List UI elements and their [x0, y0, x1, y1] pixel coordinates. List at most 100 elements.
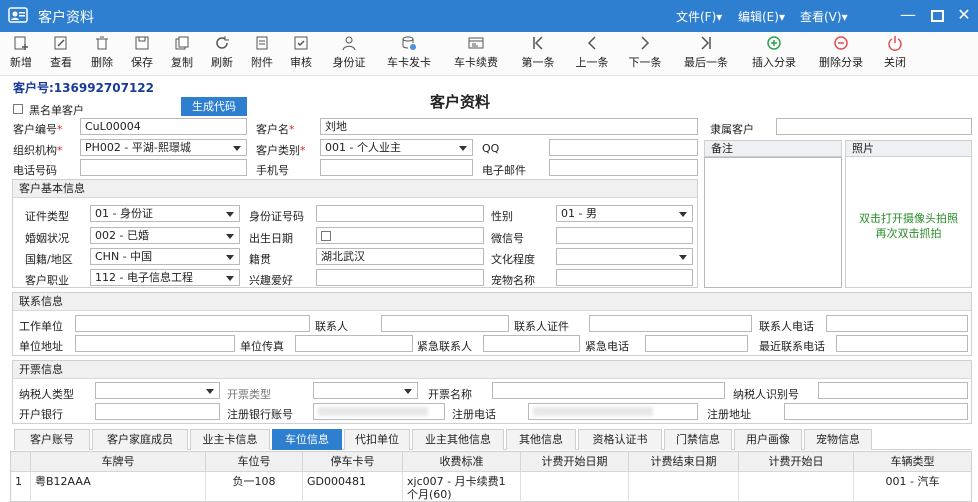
menu-view[interactable]: 查看(V)▾ [800, 8, 848, 25]
reg-addr-input[interactable] [784, 403, 968, 420]
delete-button[interactable]: 删除 [87, 35, 117, 75]
renew-card-button[interactable]: 车卡续费 [449, 35, 503, 75]
plate-cell[interactable]: 粤B12AAA [31, 472, 206, 502]
tab-family[interactable]: 客户家庭成员 [92, 429, 188, 450]
refresh-button[interactable]: 刷新 [207, 35, 237, 75]
vehicle-type-cell[interactable]: 001 - 汽车 [854, 472, 971, 502]
close-window-button[interactable]: ✕ [953, 5, 975, 27]
tab-owner-card[interactable]: 业主卡信息 [190, 429, 270, 450]
menu-edit[interactable]: 编辑(E)▾ [738, 8, 785, 25]
end-date-cell[interactable] [629, 472, 739, 502]
view-button[interactable]: 查看 [46, 35, 76, 75]
photo-tip: 双击打开摄像头拍照 再次双击抓拍 [859, 212, 958, 240]
person-phone-label: 联系人电话 [759, 320, 814, 333]
job-select[interactable]: 112 - 电子信息工程 [90, 269, 240, 286]
column-header[interactable]: 停车卡号 [303, 452, 403, 472]
audit-button[interactable]: 审核 [286, 35, 316, 75]
tab-access[interactable]: 门禁信息 [664, 429, 732, 450]
id-type-select[interactable]: 01 - 身份证 [90, 205, 240, 222]
pet-input[interactable] [556, 269, 693, 286]
menu-file[interactable]: 文件(F)▾ [676, 8, 722, 25]
next-record-button[interactable]: 下一条 [623, 35, 667, 75]
nation-select[interactable]: CHN - 中国 [90, 248, 240, 265]
phone-input[interactable] [80, 159, 247, 176]
start-day-cell[interactable] [739, 472, 854, 502]
new-button[interactable]: 新增 [6, 35, 36, 75]
tab-certificate[interactable]: 资格认证书 [578, 429, 662, 450]
previous-record-icon [587, 36, 596, 50]
remark-textarea[interactable] [704, 157, 842, 288]
column-header[interactable]: 收费标准 [403, 452, 521, 472]
attachment-button[interactable]: 附件 [247, 35, 277, 75]
column-header[interactable]: 计费开始日期 [521, 452, 629, 472]
emer-phone-label: 紧急电话 [585, 340, 629, 353]
hobby-input[interactable] [316, 269, 484, 286]
addr-input[interactable] [75, 335, 235, 352]
save-button[interactable]: 保存 [127, 35, 157, 75]
maximize-button[interactable] [926, 5, 948, 27]
gender-select[interactable]: 01 - 男 [556, 205, 693, 222]
copy-button[interactable]: 复制 [167, 35, 197, 75]
reg-phone-input[interactable] [528, 403, 698, 420]
tab-portrait[interactable]: 用户画像 [734, 429, 802, 450]
edu-select[interactable] [556, 248, 693, 265]
id-card-button[interactable]: 身份证 [329, 35, 369, 75]
cust-code-input[interactable]: CuL00004 [80, 118, 247, 135]
marital-select[interactable]: 002 - 已婚 [90, 227, 240, 244]
column-header[interactable]: 车位号 [206, 452, 303, 472]
cust-name-input[interactable]: 刘地 [320, 118, 698, 135]
tab-withhold[interactable]: 代扣单位 [344, 429, 410, 450]
wechat-input[interactable] [556, 227, 693, 244]
person-label: 联系人 [315, 320, 348, 333]
native-input[interactable]: 湖北武汉 [316, 248, 484, 265]
org-select[interactable]: PH002 - 平湖-熙璟城 [80, 139, 247, 156]
previous-record-button[interactable]: 上一条 [570, 35, 614, 75]
minimize-button[interactable]: — [897, 5, 919, 27]
last-record-button[interactable]: 最后一条 [678, 35, 734, 75]
tab-parking[interactable]: 车位信息 [272, 429, 342, 450]
inv-name-input[interactable] [492, 382, 725, 399]
photo-area[interactable]: 双击打开摄像头拍照 再次双击抓拍 [845, 156, 972, 288]
emer-phone-input[interactable] [645, 335, 748, 352]
tab-other[interactable]: 其他信息 [506, 429, 576, 450]
start-date-cell[interactable] [521, 472, 629, 502]
column-header[interactable]: 计费开始日 [739, 452, 854, 472]
tab-pet[interactable]: 宠物信息 [804, 429, 872, 450]
person-phone-input[interactable] [826, 315, 968, 332]
generate-code-button[interactable]: 生成代码 [181, 97, 247, 116]
bank-acct-input[interactable] [313, 403, 445, 420]
email-input[interactable] [549, 159, 698, 176]
insert-entry-button[interactable]: 插入分录 [746, 35, 802, 75]
belong-input[interactable] [776, 118, 972, 135]
column-header[interactable]: 车牌号 [31, 452, 206, 472]
taxpayer-type-select[interactable] [95, 382, 220, 399]
id-no-input[interactable] [316, 205, 484, 222]
column-header[interactable]: 车辆类型 [854, 452, 971, 472]
first-record-button[interactable]: 第一条 [516, 35, 560, 75]
recent-input[interactable] [836, 335, 968, 352]
issue-card-button[interactable]: 车卡发卡 [382, 35, 436, 75]
close-button[interactable]: 关闭 [879, 35, 911, 75]
blacklist-checkbox[interactable] [13, 104, 23, 114]
delete-entry-button[interactable]: 删除分录 [813, 35, 869, 75]
birth-input[interactable] [316, 227, 484, 244]
cust-type-select[interactable]: 001 - 个人业主 [320, 139, 473, 156]
fee-standard-cell[interactable]: xjc007 - 月卡续费1个月(60) [403, 472, 521, 502]
fax-input[interactable] [295, 335, 413, 352]
work-input[interactable] [75, 315, 310, 332]
qq-input[interactable] [549, 139, 698, 156]
fax-label: 单位传真 [240, 340, 284, 353]
inv-type-select[interactable] [313, 382, 418, 399]
card-cell[interactable]: GD000481 [303, 472, 403, 502]
person-id-input[interactable] [589, 315, 752, 332]
mobile-input[interactable] [320, 159, 473, 176]
taxpayer-id-input[interactable] [818, 382, 968, 399]
column-header[interactable]: 计费结束日期 [629, 452, 739, 472]
tab-owner-other[interactable]: 业主其他信息 [412, 429, 504, 450]
emer-input[interactable] [483, 335, 580, 352]
bank-input[interactable] [95, 403, 220, 420]
birth-checkbox[interactable] [321, 231, 331, 241]
space-cell[interactable]: 负一108 [206, 472, 303, 502]
person-input[interactable] [381, 315, 509, 332]
tab-accounts[interactable]: 客户账号 [14, 429, 90, 450]
